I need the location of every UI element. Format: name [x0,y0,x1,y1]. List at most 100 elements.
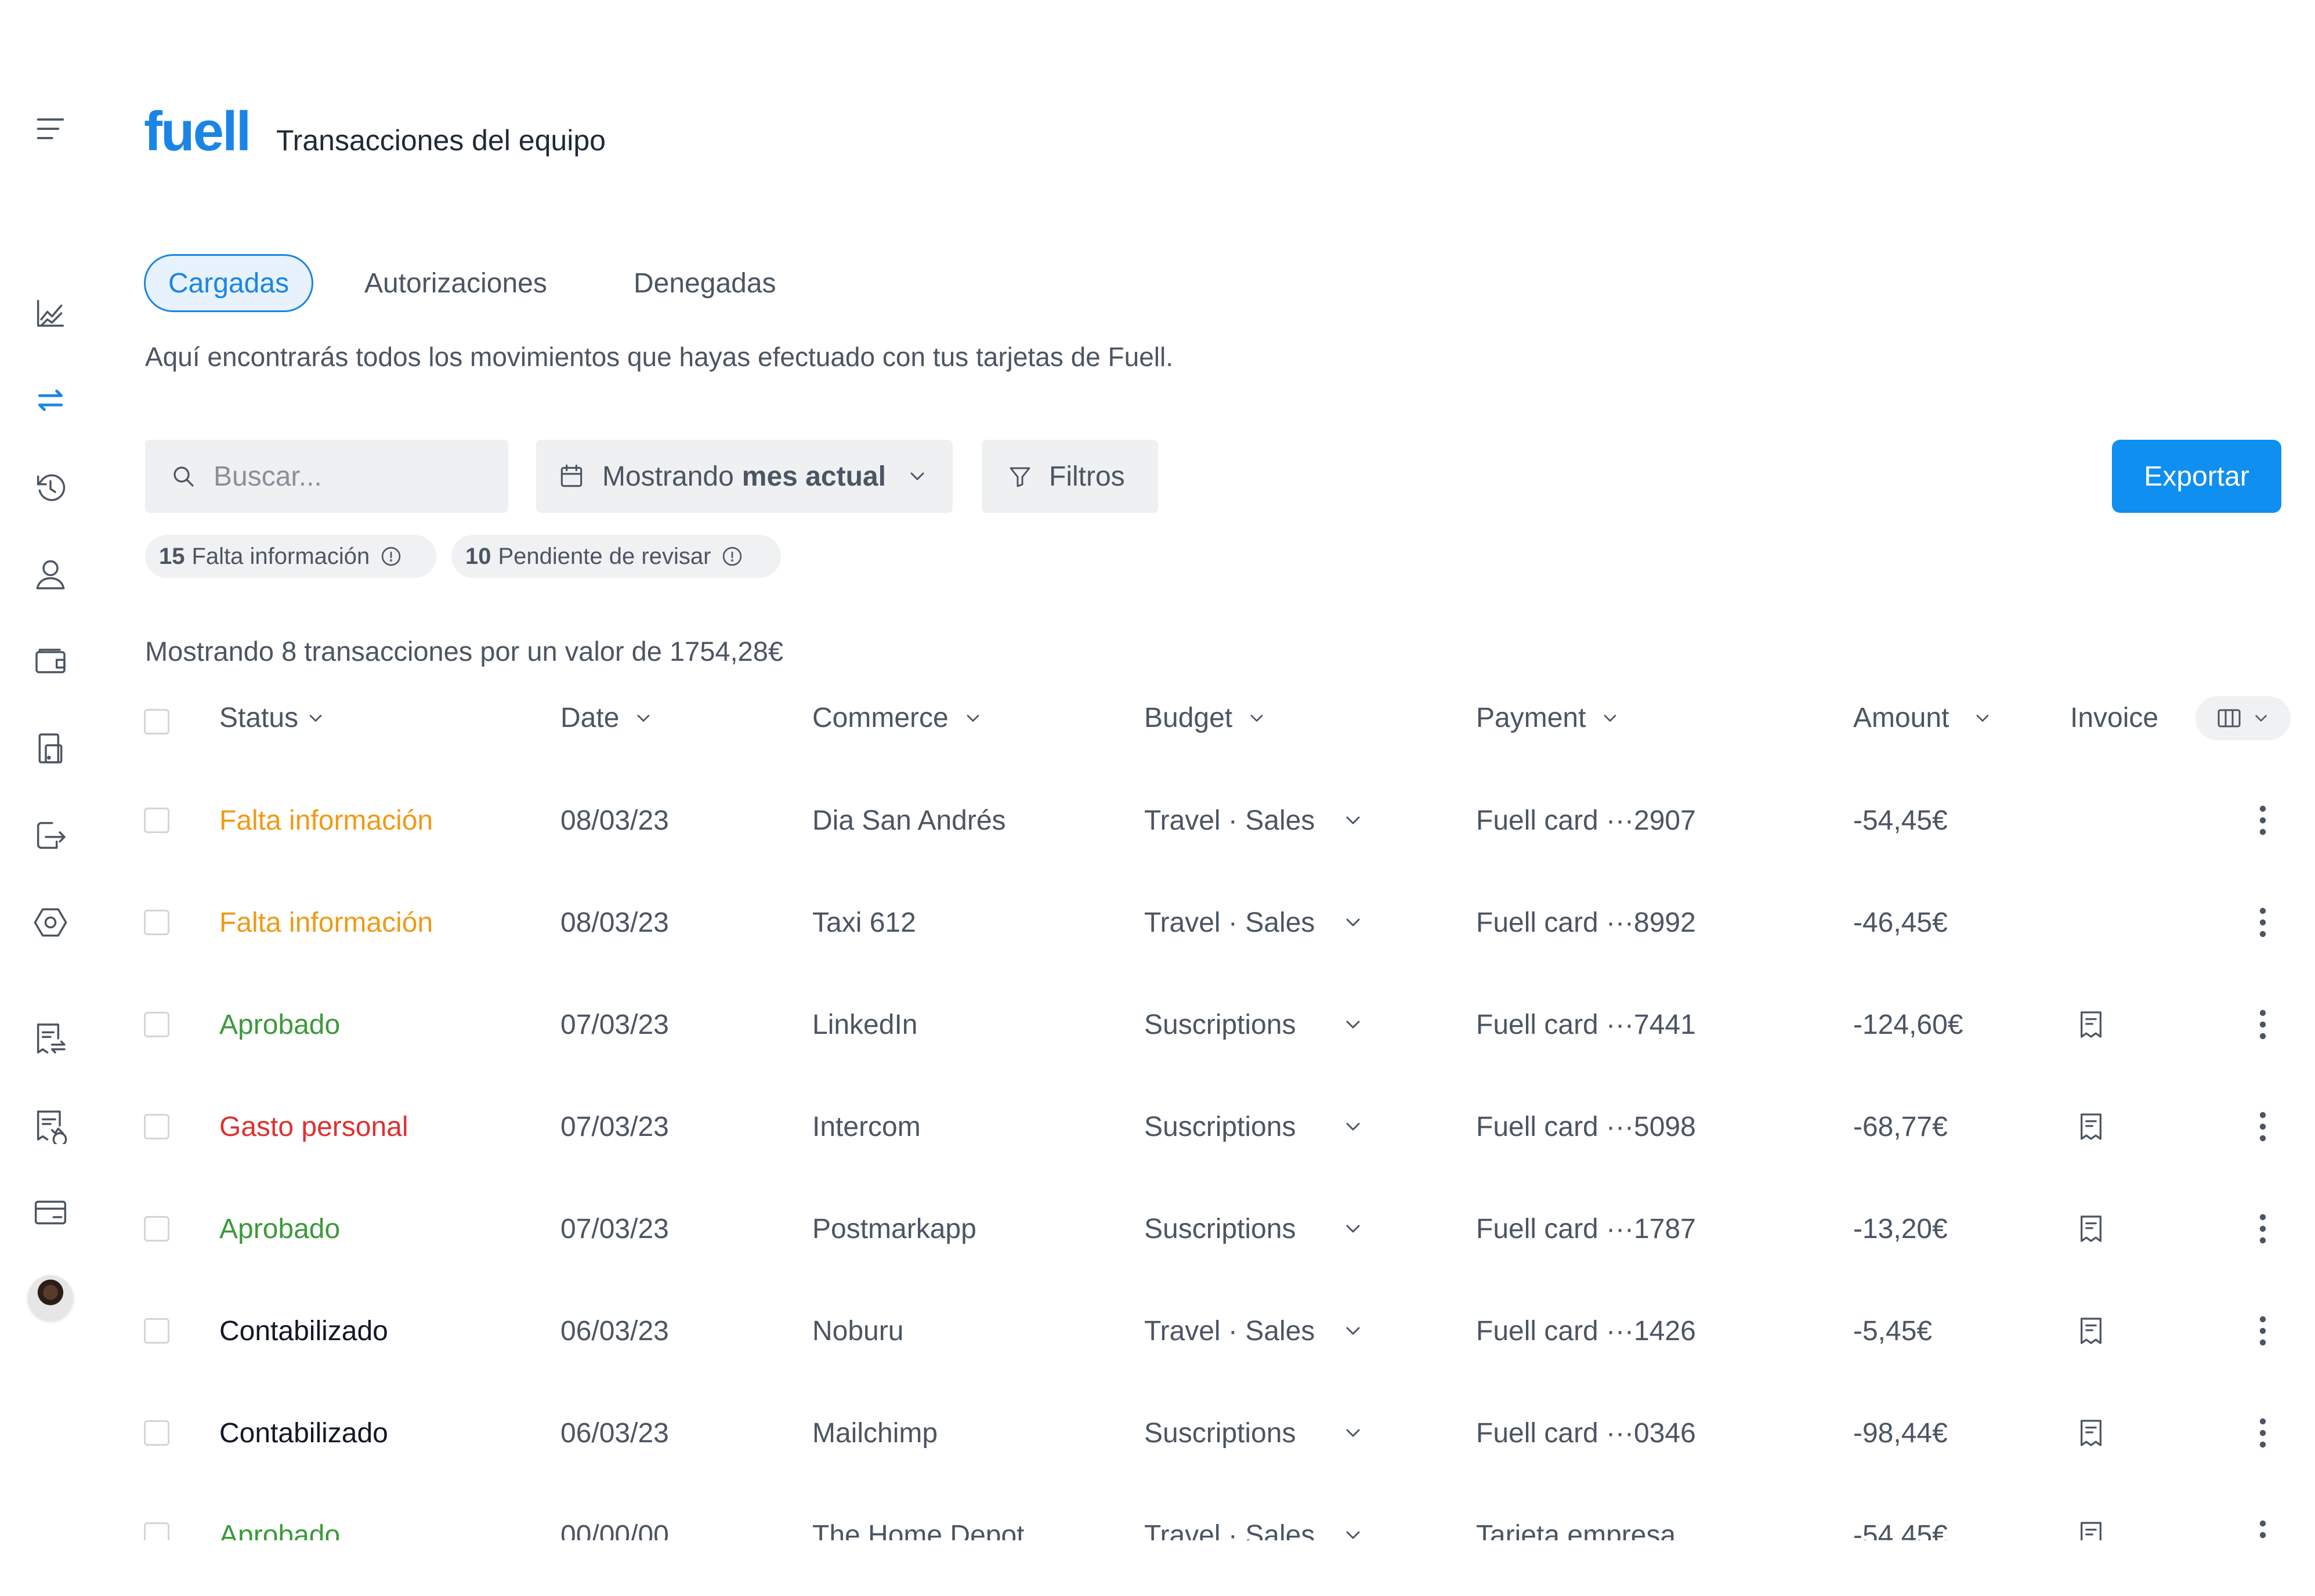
column-header-commerce[interactable]: Commerce [812,702,983,734]
export-button[interactable]: Exportar [2112,440,2281,513]
chart-icon[interactable] [32,295,69,332]
columns-icon [2218,709,2241,728]
filters-label: Filtros [1049,461,1125,492]
chip-count: 10 [465,543,491,569]
devices-icon[interactable] [32,730,69,767]
budget-text: Travel · Sales [1144,1315,1315,1347]
tab-denegadas[interactable]: Denegadas [634,254,776,312]
date-text: 07/03/23 [560,1111,669,1142]
chevron-down-icon [1346,1327,1360,1335]
intro-text: Aquí encontrarás todos los movimientos q… [145,342,1174,372]
period-prefix: Mostrando [602,461,734,492]
payment-text: Fuell card ···5098 [1476,1111,1696,1142]
row-checkbox[interactable] [144,1216,169,1242]
table-row[interactable]: Gasto personal 07/03/23 Intercom Suscriptio… [0,1076,2315,1178]
amount-text: -54,45€ [1853,805,1948,836]
date-text: 07/03/23 [560,1213,669,1244]
commerce-text: Noburu [812,1315,904,1347]
column-header-budget[interactable]: Budget [1144,702,1267,734]
budget-select[interactable]: Travel · Sales [1144,1280,1365,1382]
chevron-down-icon [1346,1429,1360,1437]
table-row[interactable]: Aprobado 07/03/23 Postmarkapp Suscriptions F… [0,1178,2315,1280]
status-text: Falta información [219,805,433,836]
chip-falta-informacion[interactable]: 15 Falta información [145,535,436,578]
column-header-status[interactable]: Status [219,702,326,734]
chip-pendiente-revisar[interactable]: 10 Pendiente de revisar [451,535,781,578]
budget-select[interactable]: Suscriptions [1144,1178,1365,1280]
period-select[interactable]: Mostrando mes actual [536,440,953,513]
row-menu-button[interactable] [2251,1178,2274,1280]
table-row[interactable]: Contabilizado 06/03/23 Noburu Travel · Sale… [0,1280,2315,1382]
amount-text: -124,60€ [1853,1009,1963,1040]
filter-icon [1010,467,1030,487]
search-icon [173,466,194,487]
filters-button[interactable]: Filtros [982,440,1158,513]
chevron-down-icon [1346,1123,1360,1131]
info-icon [382,547,401,566]
row-menu-button[interactable] [2251,1076,2274,1178]
row-menu-button[interactable] [2251,769,2274,871]
budget-select[interactable]: Suscriptions [1144,1382,1365,1484]
budget-select[interactable]: Travel · Sales [1144,769,1365,871]
more-vertical-icon [2259,1009,2266,1040]
row-checkbox[interactable] [144,808,169,833]
row-menu-button[interactable] [2251,973,2274,1076]
row-checkbox[interactable] [144,1420,169,1446]
row-menu-button[interactable] [2251,1382,2274,1484]
commerce-text: Mailchimp [812,1417,938,1449]
period-value: mes actual [741,461,886,492]
table-row[interactable]: Falta información 08/03/23 Dia San Andrés T… [0,769,2315,871]
table-row[interactable]: Aprobado 07/03/23 LinkedIn Suscriptions Fuel… [0,973,2315,1076]
transactions-page: fuell Transacciones del equipo Cargadas … [0,0,2315,1596]
invoice-button[interactable] [2074,1280,2108,1382]
invoice-button[interactable] [2074,1382,2108,1484]
row-checkbox[interactable] [144,1114,169,1139]
status-text: Contabilizado [219,1417,388,1449]
payment-text: Fuell card ···1787 [1476,1213,1696,1244]
table-row[interactable]: Falta información 08/03/23 Taxi 612 Travel … [0,871,2315,973]
column-header-payment[interactable]: Payment [1476,702,1620,734]
search-input[interactable] [214,460,492,493]
date-text: 08/03/23 [560,805,669,836]
budget-text: Suscriptions [1144,1213,1296,1244]
wallet-icon[interactable] [32,643,69,680]
amount-text: -46,45€ [1853,907,1948,938]
menu-icon[interactable] [32,110,69,147]
table-row[interactable]: Contabilizado 06/03/23 Mailchimp Suscriptio… [0,1382,2315,1484]
calendar-icon [560,464,583,487]
user-icon[interactable] [32,556,69,593]
invoice-button[interactable] [2074,1076,2108,1178]
invoice-button[interactable] [2074,973,2108,1076]
select-all-checkbox[interactable] [144,709,169,734]
payment-text: Fuell card ···7441 [1476,1009,1696,1040]
transfer-arrows-icon[interactable] [32,382,69,419]
more-vertical-icon [2259,805,2266,835]
search-box[interactable] [145,440,508,513]
payment-text: Fuell card ···1426 [1476,1315,1696,1347]
commerce-text: Intercom [812,1111,921,1142]
row-menu-button[interactable] [2251,871,2274,973]
row-checkbox[interactable] [144,910,169,935]
more-vertical-icon [2259,1112,2266,1142]
tab-cargadas[interactable]: Cargadas [144,254,313,312]
chevron-down-icon [1250,714,1263,722]
history-icon[interactable] [32,469,69,506]
tab-autorizaciones[interactable]: Autorizaciones [364,254,547,312]
status-text: Aprobado [219,1213,341,1244]
fuell-logo: fuell [144,100,251,162]
row-checkbox[interactable] [144,1318,169,1344]
row-menu-button[interactable] [2251,1280,2274,1382]
payment-text: Fuell card ···8992 [1476,907,1696,938]
receipt-icon [2081,1113,2101,1140]
status-text: Contabilizado [219,1315,388,1347]
budget-select[interactable]: Travel · Sales [1144,871,1365,973]
chevron-down-icon [910,472,924,480]
invoice-button[interactable] [2074,1178,2108,1280]
budget-select[interactable]: Suscriptions [1144,973,1365,1076]
column-header-amount[interactable]: Amount [1853,702,1993,734]
chevron-down-icon [1604,714,1616,722]
column-picker-button[interactable] [2195,696,2291,740]
row-checkbox[interactable] [144,1012,169,1037]
column-header-date[interactable]: Date [560,702,654,734]
budget-select[interactable]: Suscriptions [1144,1076,1365,1178]
